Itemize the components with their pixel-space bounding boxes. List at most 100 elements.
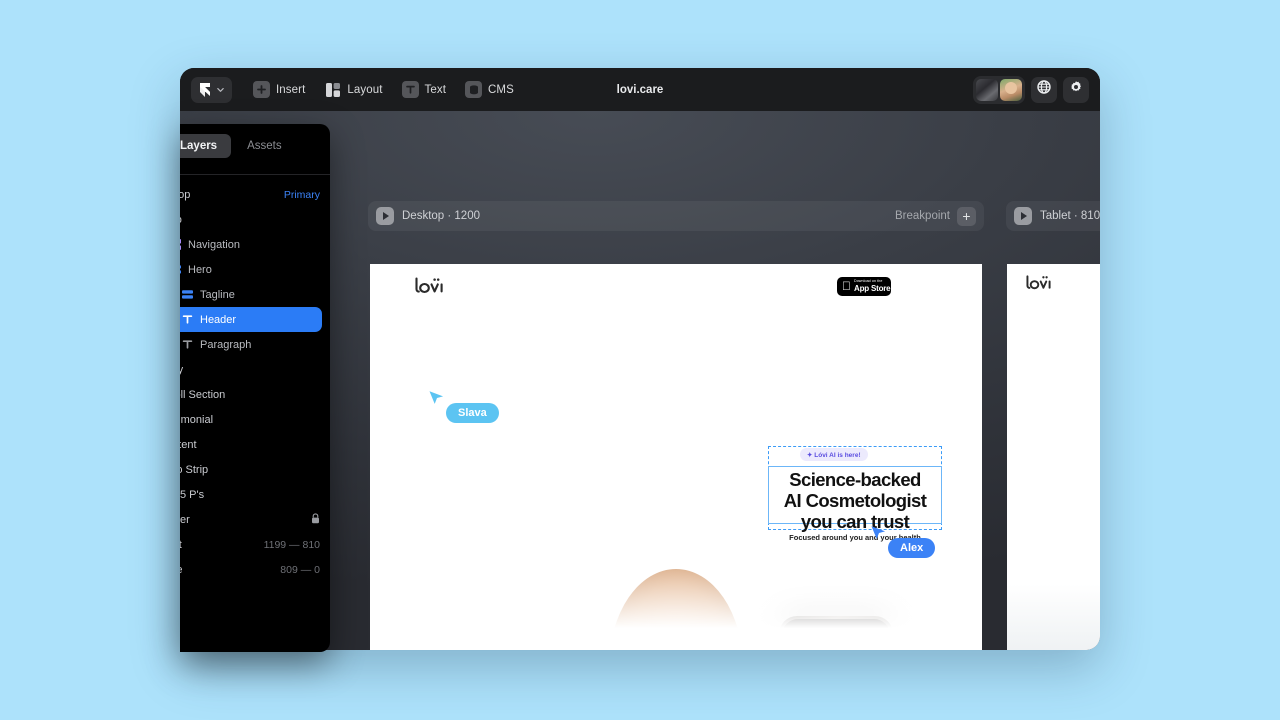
layer-row-tablet[interactable]: ablet 1199 — 810	[180, 532, 330, 557]
layer-row-tagline[interactable]: Tagline	[180, 282, 330, 307]
apple-logo-icon: 	[842, 280, 851, 292]
chevron-down-icon	[216, 85, 225, 94]
layer-label-paragraph: Paragraph	[200, 338, 252, 351]
layer-label-header: Header	[200, 313, 237, 326]
layer-row-content[interactable]: Content	[180, 432, 330, 457]
cursor-label-slava: Slava	[446, 403, 499, 423]
component-icon	[180, 239, 181, 250]
toolbar-label-cms: CMS	[488, 83, 514, 96]
publish-globe-button[interactable]	[1031, 76, 1057, 103]
layer-label-tablet: ablet	[180, 539, 182, 551]
breakpoint-name-tablet: Tablet · 810	[1040, 210, 1100, 222]
panel-tabs: Layers Assets	[180, 124, 330, 168]
toolbar-item-layout[interactable]: Layout	[316, 77, 390, 103]
toolbar-label-layout: Layout	[347, 83, 383, 96]
framer-logo-icon	[199, 82, 211, 97]
layer-label-hero-page: Hero	[180, 214, 182, 226]
layers-panel: Layers Assets esktop Primary Hero	[180, 124, 330, 652]
collaborator-avatar-2[interactable]	[1000, 78, 1022, 101]
text-t-icon	[401, 81, 419, 98]
cursor-arrow-icon	[870, 525, 887, 547]
collaborator-avatars[interactable]	[973, 75, 1025, 104]
toolbar-item-text[interactable]: Text	[394, 77, 455, 103]
panel-divider	[180, 174, 330, 175]
toolbar-label-text: Text	[424, 83, 447, 96]
hero-headline-line-2: AI Cosmetologist	[783, 490, 927, 512]
layer-row-header[interactable]: Header	[180, 307, 322, 332]
breakpoint-header-desktop[interactable]: Desktop · 1200 Breakpoint +	[368, 201, 984, 231]
layer-label-content: Content	[180, 438, 197, 451]
app-store-badge-big: App Store	[845, 283, 891, 293]
layer-tree: esktop Primary Hero Navigation He	[180, 182, 330, 582]
lovi-logo	[414, 277, 452, 294]
breakpoint-header-tablet[interactable]: Tablet · 810	[1006, 201, 1100, 231]
layer-row-footer[interactable]: Footer	[180, 507, 330, 532]
framer-logo-button[interactable]	[191, 76, 232, 103]
layer-row-scroll-section[interactable]: Scroll Section	[180, 382, 330, 407]
layer-row-desktop[interactable]: esktop Primary	[180, 182, 330, 207]
stack-icon	[182, 289, 193, 300]
globe-icon	[1037, 80, 1051, 99]
hero-headline: Science-backed AI Cosmetologist you can …	[770, 469, 940, 532]
layer-row-body[interactable]: Body	[180, 357, 330, 382]
layer-label-navigation: Navigation	[188, 238, 240, 251]
layer-row-hero[interactable]: Hero	[180, 257, 330, 282]
layer-label-footer: Footer	[180, 513, 190, 526]
layer-row-navigation[interactable]: Navigation	[180, 232, 330, 257]
layer-row-testimonial[interactable]: Testimonial	[180, 407, 330, 432]
toolbar-item-cms[interactable]: CMS	[457, 77, 522, 103]
layer-label-desktop: esktop	[180, 188, 191, 201]
breakpoint-name-desktop: Desktop · 1200	[402, 210, 480, 222]
layer-badge-primary: Primary	[283, 188, 320, 201]
frame-bottom-fade	[370, 562, 982, 650]
stack-icon	[180, 264, 181, 275]
play-icon[interactable]	[1014, 207, 1032, 225]
lock-icon[interactable]	[311, 513, 320, 526]
layer-label-phone: hone	[180, 564, 182, 576]
add-breakpoint-icon[interactable]: +	[957, 206, 976, 226]
layer-label-body: Body	[180, 363, 184, 376]
frame-tablet[interactable]	[1007, 264, 1100, 650]
screenshot-stage: Insert Layout Text CMS lovi.care Desktop…	[0, 0, 1280, 720]
collaborator-avatar-1[interactable]	[976, 78, 998, 101]
gear-icon	[1069, 80, 1083, 99]
layer-range-phone: 809 — 0	[280, 563, 320, 576]
layer-label-logo-strip: Logo Strip	[180, 463, 209, 476]
breakpoint-actions: Breakpoint +	[895, 206, 976, 226]
tab-assets-label: Assets	[247, 140, 282, 152]
layer-row-the-5-ps[interactable]: The 5 P's	[180, 482, 330, 507]
toolbar-right-group	[973, 75, 1089, 104]
layer-row-hero-page[interactable]: Hero	[180, 207, 330, 232]
tagline-pill: ✦ Lóvi AI is here!	[800, 448, 868, 461]
app-store-badge[interactable]:  Download on the App Store	[837, 277, 891, 296]
plus-icon	[253, 81, 270, 98]
layers-panel-inner: Layers Assets esktop Primary Hero	[180, 124, 330, 652]
text-icon	[182, 339, 193, 350]
cursor-arrow-icon	[428, 390, 445, 412]
toolbar-label-insert: Insert	[276, 83, 306, 96]
layer-label-the-5-ps: The 5 P's	[180, 488, 205, 501]
hero-headline-line-3: you can trust	[800, 511, 910, 533]
database-stack-icon	[465, 81, 483, 98]
frame-tablet-bottom-fade	[1007, 584, 1100, 650]
toolbar-item-insert[interactable]: Insert	[245, 77, 313, 103]
layer-row-phone[interactable]: hone 809 — 0	[180, 557, 330, 582]
layer-label-testimonial: Testimonial	[180, 413, 214, 426]
layer-label-hero: Hero	[188, 263, 212, 276]
tab-layers-label: Layers	[180, 140, 218, 152]
play-icon[interactable]	[376, 207, 394, 225]
layer-row-paragraph[interactable]: Paragraph	[180, 332, 330, 357]
frame-desktop[interactable]:  Download on the App Store ✦ Lóvi AI is…	[370, 264, 982, 650]
hero-headline-line-1: Science-backed	[789, 469, 921, 490]
tab-assets[interactable]: Assets	[233, 134, 296, 158]
layer-range-tablet: 1199 — 810	[263, 538, 320, 551]
lovi-logo-tablet	[1025, 275, 1059, 290]
layer-label-scroll-section: Scroll Section	[180, 388, 226, 401]
text-icon	[182, 314, 193, 325]
cursor-label-alex: Alex	[888, 538, 936, 558]
settings-button[interactable]	[1063, 76, 1089, 103]
layer-row-logo-strip[interactable]: Logo Strip	[180, 457, 330, 482]
breakpoint-action-label[interactable]: Breakpoint	[895, 210, 950, 222]
tab-layers[interactable]: Layers	[180, 134, 232, 158]
layer-label-tagline: Tagline	[200, 288, 235, 301]
